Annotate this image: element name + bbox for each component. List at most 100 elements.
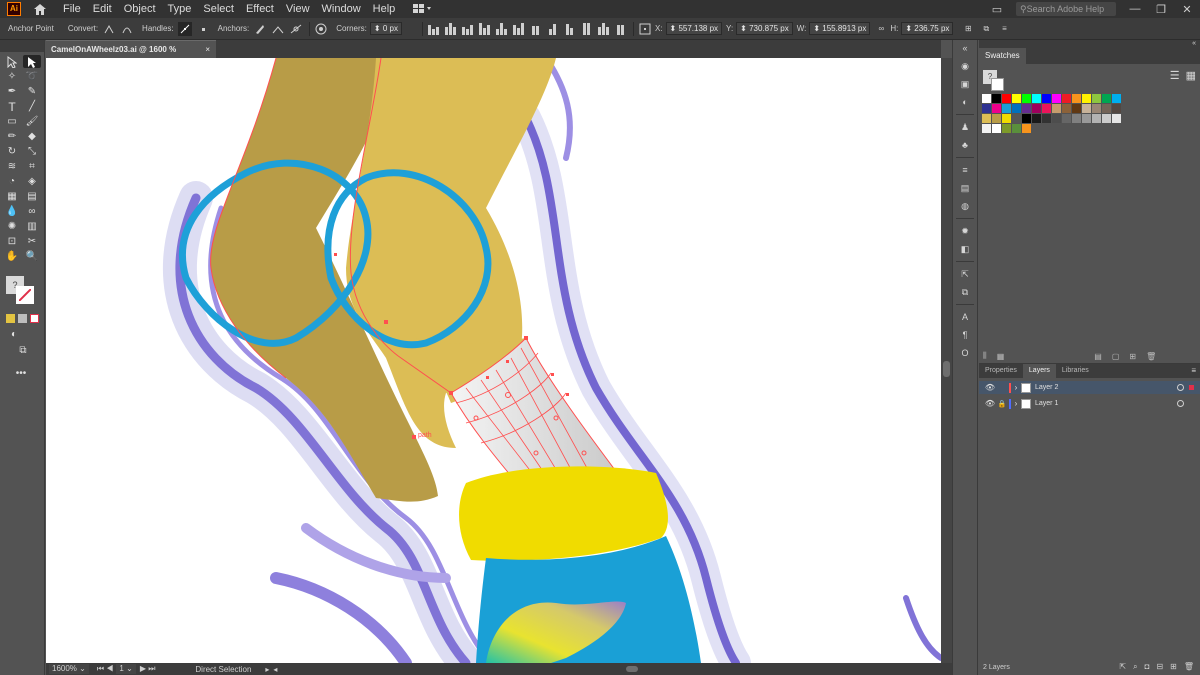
- color-swatch[interactable]: [1112, 114, 1121, 123]
- color-swatch[interactable]: [1002, 114, 1011, 123]
- color-swatch[interactable]: [1092, 114, 1101, 123]
- zoom-tool-icon[interactable]: 🔍: [23, 250, 41, 263]
- color-swatch[interactable]: [1032, 114, 1041, 123]
- layer-row[interactable]: 👁 › Layer 2: [979, 381, 1200, 394]
- cut-path-icon[interactable]: [289, 22, 303, 36]
- warp-tool-icon[interactable]: ≋: [3, 160, 21, 173]
- fill-stroke-mini[interactable]: ?: [983, 70, 1004, 91]
- color-swatch[interactable]: [982, 114, 991, 123]
- search-input[interactable]: ⚲ Search Adobe Help: [1016, 2, 1116, 16]
- color-swatch[interactable]: [1002, 124, 1011, 133]
- color-swatch[interactable]: [1042, 94, 1051, 103]
- menu-select[interactable]: Select: [203, 0, 234, 18]
- blend-tool-icon[interactable]: ∞: [23, 205, 41, 218]
- color-swatch[interactable]: [1042, 104, 1051, 113]
- color-icon[interactable]: ◐: [958, 96, 972, 108]
- export-icon[interactable]: ⇱: [958, 268, 972, 280]
- color-swatch[interactable]: [1002, 104, 1011, 113]
- color-swatch[interactable]: [1042, 114, 1051, 123]
- color-swatch[interactable]: [1072, 104, 1081, 113]
- layer-selection-indicator[interactable]: [1189, 385, 1194, 390]
- selection-tool-icon[interactable]: [3, 55, 21, 68]
- line-tool-icon[interactable]: ╱: [23, 100, 41, 113]
- appearance-icon[interactable]: ✹: [958, 225, 972, 237]
- clipping-mask-icon[interactable]: ◘: [1145, 662, 1150, 672]
- color-swatch[interactable]: [1022, 124, 1031, 133]
- color-swatch[interactable]: [1062, 114, 1071, 123]
- color-swatch[interactable]: [992, 94, 1001, 103]
- artboard-field[interactable]: 1 ⌄: [116, 664, 136, 674]
- artboards-icon[interactable]: ⧉: [958, 286, 972, 298]
- arrange-documents-icon[interactable]: [413, 2, 435, 16]
- color-swatch[interactable]: [1102, 94, 1111, 103]
- swatch-options-icon[interactable]: ▤: [1094, 352, 1102, 361]
- convert-to-corner-icon[interactable]: [102, 22, 116, 36]
- transform-icon[interactable]: ⊞: [961, 22, 975, 36]
- align-bottom-icon[interactable]: [513, 22, 525, 35]
- paintbrush-tool-icon[interactable]: 🖌: [23, 115, 41, 128]
- menu-edit[interactable]: Edit: [93, 0, 112, 18]
- eraser-tool-icon[interactable]: ◆: [23, 130, 41, 143]
- color-swatch[interactable]: [1052, 114, 1061, 123]
- menu-help[interactable]: Help: [373, 0, 396, 18]
- vertical-scroll-thumb[interactable]: [943, 361, 950, 377]
- color-swatch[interactable]: [1032, 104, 1041, 113]
- tab-swatches[interactable]: Swatches: [979, 48, 1026, 64]
- swatch-libraries-icon[interactable]: ⫼: [983, 351, 987, 361]
- h-field[interactable]: ⬍ 236.75 px: [901, 22, 954, 35]
- color-swatch[interactable]: [1002, 94, 1011, 103]
- color-swatch[interactable]: [982, 124, 991, 133]
- artboard-next-icon[interactable]: ▶ ⏭: [140, 664, 156, 674]
- color-swatch[interactable]: [1022, 114, 1031, 123]
- color-swatch[interactable]: [1012, 104, 1021, 113]
- color-swatch[interactable]: [1032, 94, 1041, 103]
- color-swatch[interactable]: [1082, 94, 1091, 103]
- color-swatch[interactable]: [1102, 104, 1111, 113]
- color-mode-icon[interactable]: [6, 314, 15, 323]
- document-tab[interactable]: CamelOnAWheelz03.ai @ 1600 % (RGB/Previe…: [46, 40, 216, 71]
- menu-effect[interactable]: Effect: [246, 0, 274, 18]
- hide-handles-icon[interactable]: [196, 22, 210, 36]
- symbols-icon[interactable]: ♣: [958, 139, 972, 151]
- menu-window[interactable]: Window: [322, 0, 361, 18]
- visibility-eye-icon[interactable]: 👁: [983, 383, 997, 392]
- edit-toolbar-icon[interactable]: •••: [12, 367, 30, 380]
- color-swatch[interactable]: [1022, 104, 1031, 113]
- restore-button[interactable]: ❐: [1148, 3, 1174, 16]
- layers-panel-menu-icon[interactable]: ≡: [1191, 364, 1200, 378]
- panel-menu-icon[interactable]: ≡: [997, 22, 1011, 36]
- distribute-right-icon[interactable]: [615, 23, 627, 35]
- delete-swatch-icon[interactable]: 🗑: [1146, 352, 1156, 361]
- align-hcenter-icon[interactable]: [445, 22, 457, 35]
- show-swatch-kinds-icon[interactable]: ▦: [997, 352, 1005, 361]
- align-vcenter-icon[interactable]: [496, 22, 508, 35]
- tab-layers[interactable]: Layers: [1022, 364, 1056, 378]
- symbol-sprayer-tool-icon[interactable]: ✺: [3, 220, 21, 233]
- perspective-grid-tool-icon[interactable]: ▦: [3, 190, 21, 203]
- pen-tool-icon[interactable]: ✒: [3, 85, 21, 98]
- distribute-bottom-icon[interactable]: [564, 23, 576, 35]
- expand-arrow-icon[interactable]: ›: [1011, 383, 1021, 392]
- color-swatch[interactable]: [1072, 94, 1081, 103]
- screen-mode-icon[interactable]: ⧉: [14, 344, 32, 357]
- new-color-group-icon[interactable]: ▢: [1112, 352, 1120, 361]
- home-icon[interactable]: [33, 2, 47, 16]
- align-right-icon[interactable]: [462, 23, 474, 35]
- image-trace-icon[interactable]: ▣: [958, 78, 972, 90]
- layer-name[interactable]: Layer 2: [1035, 384, 1058, 391]
- color-swatch[interactable]: [992, 114, 1001, 123]
- type-tool-icon[interactable]: T: [3, 100, 21, 114]
- link-proportions-icon[interactable]: ∞: [874, 22, 888, 36]
- color-swatch[interactable]: [1082, 114, 1091, 123]
- locate-object-icon[interactable]: ⌕: [1133, 662, 1137, 672]
- rectangle-tool-icon[interactable]: ▭: [3, 115, 21, 128]
- color-swatch[interactable]: [1072, 114, 1081, 123]
- distribute-hcenter-icon[interactable]: [598, 22, 610, 35]
- stroke-swatch[interactable]: [16, 286, 34, 304]
- collapse-panels-icon[interactable]: «: [958, 42, 972, 54]
- close-document-icon[interactable]: ×: [205, 41, 210, 58]
- align-left-icon[interactable]: [428, 23, 440, 35]
- lasso-tool-icon[interactable]: ➰: [23, 70, 41, 83]
- new-swatch-icon[interactable]: ⊞: [1129, 352, 1136, 361]
- free-transform-tool-icon[interactable]: ⌗: [23, 160, 41, 173]
